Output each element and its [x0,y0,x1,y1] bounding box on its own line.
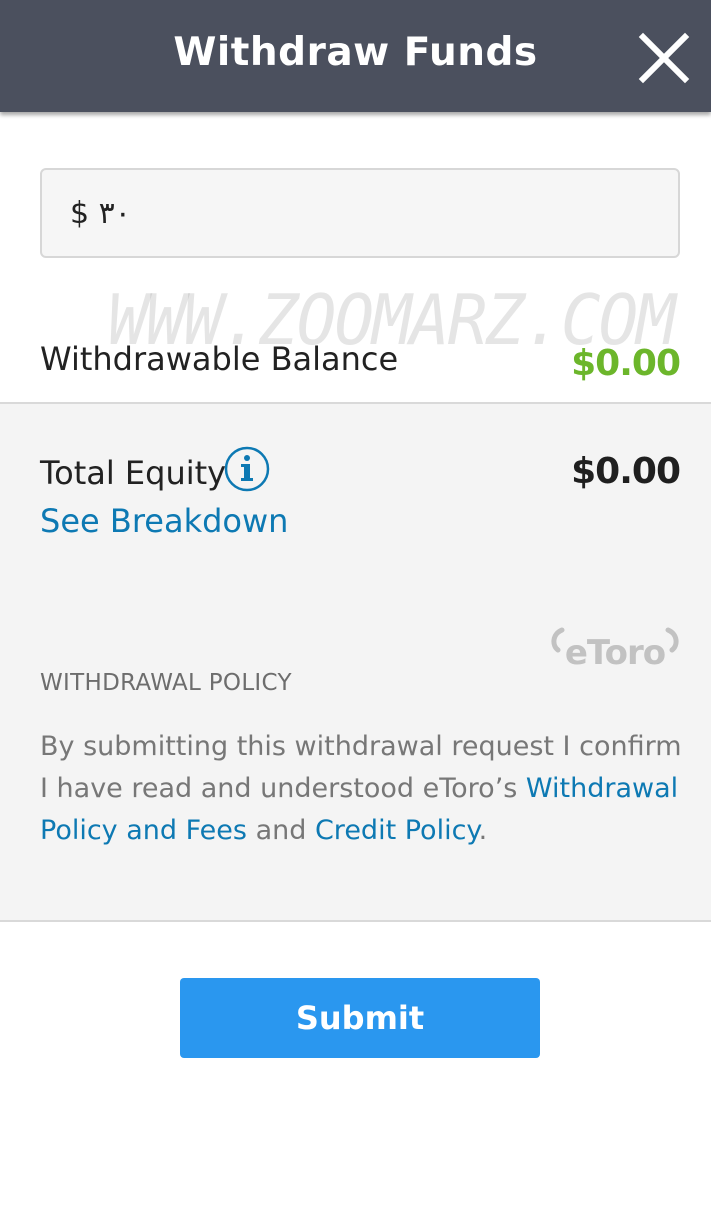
svg-text:eToro: eToro [565,633,665,672]
credit-policy-link[interactable]: Credit Policy [315,815,479,846]
see-breakdown-link[interactable]: See Breakdown [40,502,288,540]
info-icon[interactable] [224,446,270,492]
header-bar: Withdraw Funds [0,0,711,112]
total-equity-value: $0.00 [571,451,681,492]
withdrawal-policy-title: WITHDRAWAL POLICY [40,670,292,696]
total-equity-label: Total Equity [40,454,227,492]
page-title: Withdraw Funds [173,30,538,75]
withdrawable-balance-label: Withdrawable Balance [40,340,399,378]
close-button[interactable] [636,30,692,86]
etoro-logo: eToro [548,624,682,673]
policy-text-part3: . [478,815,488,846]
policy-text-part2: and [246,815,315,846]
submit-button[interactable]: Submit [180,978,540,1058]
withdrawal-policy-text: By submitting this withdrawal request I … [40,726,685,852]
withdrawal-policy-section: eToro WITHDRAWAL POLICY By submitting th… [0,588,711,922]
total-equity-section: Total Equity $0.00 See Breakdown [0,402,711,590]
withdrawable-balance-value: $0.00 [571,343,681,384]
amount-input[interactable] [40,168,680,258]
close-icon [638,32,690,84]
